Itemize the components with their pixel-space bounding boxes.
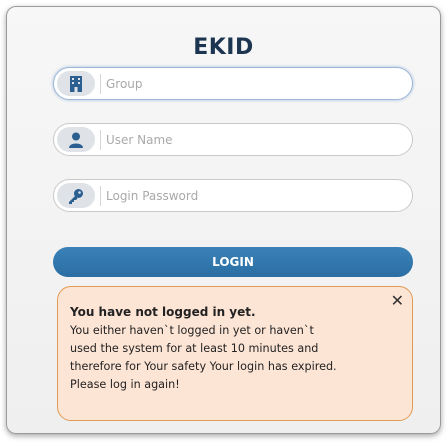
field-separator <box>100 74 101 94</box>
field-separator <box>100 186 101 206</box>
login-panel: EKID Group User Name LOGIN ✕ You have no… <box>6 6 441 434</box>
password-input[interactable] <box>106 181 406 210</box>
password-field[interactable] <box>53 179 413 212</box>
app-title: EKID <box>193 35 254 60</box>
session-expired-alert: ✕ You have not logged in yet. You either… <box>57 286 413 421</box>
close-icon[interactable]: ✕ <box>391 293 404 309</box>
login-screen: EKID Group User Name LOGIN ✕ You have no… <box>0 0 447 447</box>
group-field[interactable] <box>53 67 413 100</box>
alert-line: Please log in again! <box>70 378 180 391</box>
user-icon <box>57 127 95 152</box>
alert-line: therefore for Your safety Your login has… <box>70 360 337 373</box>
alert-heading: You have not logged in yet. <box>70 305 256 319</box>
group-input[interactable] <box>106 69 406 98</box>
alert-line: You either haven`t logged in yet or have… <box>70 324 314 337</box>
username-input[interactable] <box>106 125 406 154</box>
username-field[interactable] <box>53 123 413 156</box>
key-icon <box>57 183 95 208</box>
alert-line: used the system for at least 10 minutes … <box>70 342 319 355</box>
alert-message: You either haven`t logged in yet or have… <box>70 322 400 394</box>
field-separator <box>100 130 101 150</box>
building-icon <box>57 71 95 96</box>
login-button[interactable]: LOGIN <box>53 247 413 277</box>
